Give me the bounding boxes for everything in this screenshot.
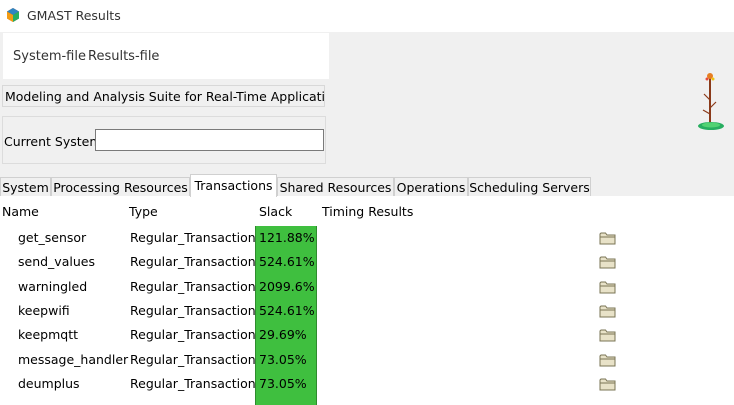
transaction-type: Regular_Transaction xyxy=(130,302,256,318)
menu-system-file[interactable]: System-file xyxy=(13,49,86,64)
transaction-type: Regular_Transaction xyxy=(130,230,256,245)
column-header-type[interactable]: Type xyxy=(129,204,158,219)
app-icon xyxy=(7,8,19,22)
transaction-slack: 524.61% xyxy=(259,302,315,318)
transaction-name: warningled xyxy=(18,278,88,294)
table-body: get_sensor Regular_Transaction 121.88% send… xyxy=(0,226,734,405)
timing-results-folder-icon[interactable] xyxy=(599,231,616,245)
column-header-slack[interactable]: Slack xyxy=(259,204,292,219)
transaction-type: Regular_Transaction xyxy=(130,327,256,343)
tab-transactions[interactable]: Transactions xyxy=(190,174,277,197)
column-header-name[interactable]: Name xyxy=(2,204,39,219)
timing-results-folder-icon[interactable] xyxy=(599,353,616,367)
table-row[interactable]: send_values Regular_Transaction 524.61% xyxy=(0,250,734,274)
menu-results-file[interactable]: Results-file xyxy=(88,49,159,64)
title-bar: GMAST Results xyxy=(0,0,734,32)
transaction-slack: 2099.6% xyxy=(259,278,315,294)
transaction-slack: 29.69% xyxy=(259,327,307,343)
tab-bar: System Processing Resources Transactions… xyxy=(0,174,734,197)
current-system-label: Current System xyxy=(4,134,102,149)
transaction-type: Regular_Transaction xyxy=(130,254,256,270)
tab-processing-resources[interactable]: Processing Resources xyxy=(51,177,190,196)
transaction-type: Regular_Transaction xyxy=(130,351,256,367)
transaction-type: Regular_Transaction xyxy=(130,278,256,294)
transaction-name: deumplus xyxy=(18,375,80,391)
transaction-name: get_sensor xyxy=(18,230,87,245)
transaction-slack: 73.05% xyxy=(259,375,307,391)
table-row[interactable]: warningled Regular_Transaction 2099.6% xyxy=(0,275,734,299)
table-row[interactable]: keepmqtt Regular_Transaction 29.69% xyxy=(0,323,734,347)
tab-system[interactable]: System xyxy=(0,177,51,196)
timing-results-folder-icon[interactable] xyxy=(599,304,616,318)
transaction-name: send_values xyxy=(18,254,95,270)
transaction-type: Regular_Transaction xyxy=(130,375,256,391)
transaction-slack: 524.61% xyxy=(259,254,315,270)
window-title: GMAST Results xyxy=(27,8,121,23)
menu-bar: System-file Results-file xyxy=(3,33,329,79)
table-row[interactable]: message_handler Regular_Transaction 73.05% xyxy=(0,348,734,372)
column-header-timing-results[interactable]: Timing Results xyxy=(322,204,413,219)
suite-label: Modeling and Analysis Suite for Real-Tim… xyxy=(2,85,325,107)
transaction-name: keepwifi xyxy=(18,302,70,318)
timing-results-folder-icon[interactable] xyxy=(599,280,616,294)
timing-results-folder-icon[interactable] xyxy=(599,377,616,391)
transaction-name: keepmqtt xyxy=(18,327,79,343)
timing-results-folder-icon[interactable] xyxy=(599,255,616,269)
transaction-slack: 121.88% xyxy=(259,230,315,245)
gmast-logo xyxy=(698,73,724,130)
table-row[interactable]: deumplus Regular_Transaction 73.05% xyxy=(0,372,734,396)
table-row[interactable]: get_sensor Regular_Transaction 121.88% xyxy=(0,226,734,250)
tab-shared-resources[interactable]: Shared Resources xyxy=(277,177,394,196)
tab-scheduling-servers[interactable]: Scheduling Servers xyxy=(468,177,591,196)
tab-operations[interactable]: Operations xyxy=(394,177,468,196)
transactions-table: Name Type Slack Timing Results get_senso… xyxy=(0,196,734,405)
transaction-slack: 73.05% xyxy=(259,351,307,367)
current-system-input[interactable] xyxy=(95,129,324,151)
transaction-name: message_handler xyxy=(18,351,129,367)
timing-results-folder-icon[interactable] xyxy=(599,328,616,342)
main-panel: System-file Results-file Modeling and An… xyxy=(0,32,734,405)
current-system-panel: Current System xyxy=(2,116,326,164)
table-row[interactable]: keepwifi Regular_Transaction 524.61% xyxy=(0,299,734,323)
